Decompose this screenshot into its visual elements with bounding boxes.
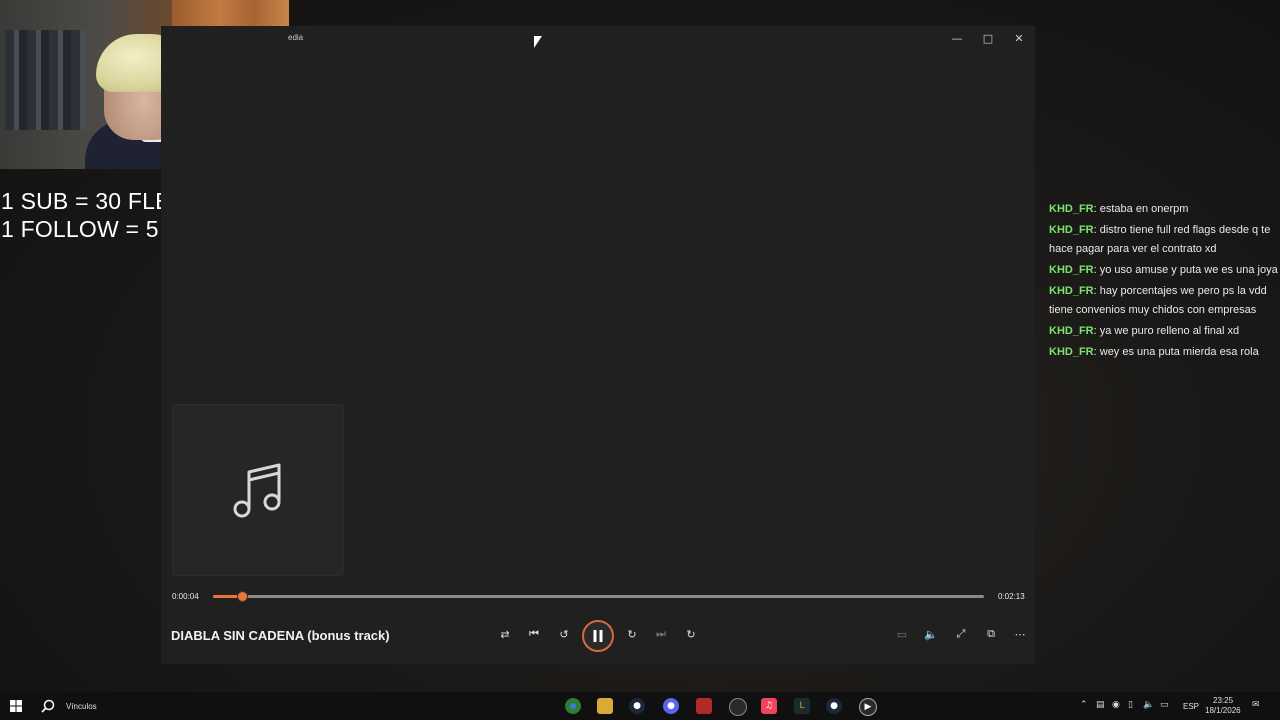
start-icon[interactable] xyxy=(8,698,24,714)
chat-app-icon[interactable]: ● xyxy=(663,698,679,714)
previous-icon[interactable]: ⏮ xyxy=(524,624,544,644)
notifications-icon[interactable]: ✉ xyxy=(1252,700,1260,710)
repeat-off-icon[interactable]: ↻ xyxy=(681,624,701,644)
minimize-button[interactable]: — xyxy=(942,28,972,48)
maximize-button[interactable]: □ xyxy=(973,28,1003,48)
taskbar-search-label[interactable]: Vínculos xyxy=(66,702,97,711)
chat-message: KHD_FR: distro tiene full red flags desd… xyxy=(1049,224,1271,255)
tray-icon[interactable]: ▯ xyxy=(1128,700,1133,710)
chat-panel: KHD_FR: estaba en onerpm KHD_FR: distro … xyxy=(1049,200,1279,364)
chrome-icon[interactable] xyxy=(565,698,581,714)
rewind-10-icon[interactable]: ↺ xyxy=(554,624,574,644)
tray-icon[interactable]: ▤ xyxy=(1096,700,1105,710)
more-icon[interactable]: ⋯ xyxy=(1010,624,1030,644)
window-title: edia xyxy=(288,33,304,42)
network-icon[interactable]: ▭ xyxy=(1160,700,1169,710)
shuffle-icon[interactable]: ⇄ xyxy=(495,624,515,644)
forward-30-icon[interactable]: ↻ xyxy=(622,624,642,644)
close-button[interactable]: ✕ xyxy=(1004,28,1034,48)
clock-date[interactable]: 18/1/2026 xyxy=(1205,706,1241,715)
volume-icon[interactable]: 🔈 xyxy=(921,624,941,644)
pause-button[interactable] xyxy=(582,620,614,652)
league-icon[interactable]: L xyxy=(794,698,810,714)
seek-bar-thumb[interactable] xyxy=(237,591,249,602)
tray-icon[interactable]: ◉ xyxy=(1112,700,1120,710)
mouse-cursor xyxy=(534,36,542,48)
total-duration: 0:02:13 xyxy=(998,592,1025,601)
chat-message: KHD_FR: estaba en onerpm xyxy=(1049,203,1189,215)
next-icon[interactable]: ⏭ xyxy=(651,624,671,644)
volume-tray-icon[interactable]: 🔈 xyxy=(1143,700,1154,710)
album-art xyxy=(172,404,344,576)
tray-chevron-icon[interactable]: ⌃ xyxy=(1080,700,1088,710)
files-icon[interactable] xyxy=(597,698,613,714)
obs-icon[interactable] xyxy=(729,698,747,716)
miniplayer-icon[interactable]: ▭ xyxy=(892,624,912,644)
chat-message: KHD_FR: hay porcentajes we pero ps la vd… xyxy=(1049,285,1267,316)
steam-icon[interactable]: ● xyxy=(629,698,645,714)
language-indicator[interactable]: ESP xyxy=(1183,702,1199,711)
pause-icon xyxy=(593,630,603,642)
cast-icon[interactable]: ⧉ xyxy=(981,624,1001,644)
fullscreen-icon[interactable]: ⤢ xyxy=(951,624,971,644)
song-title: DIABLA SIN CADENA (bonus track) xyxy=(171,628,390,643)
chat-message: KHD_FR: ya we puro relleno al final xd xyxy=(1049,325,1240,337)
media-player-icon[interactable]: ▶ xyxy=(859,698,877,716)
seek-bar[interactable] xyxy=(213,591,984,602)
steam-icon[interactable]: ● xyxy=(826,698,842,714)
elapsed-time: 0:00:04 xyxy=(172,592,199,601)
clock-time[interactable]: 23:25 xyxy=(1213,696,1233,705)
media-player-window: edia — □ ✕ 0:00:04 0:02:13 DIABLA SIN CA… xyxy=(161,26,1035,664)
music-note-icon xyxy=(233,463,281,518)
chat-message: KHD_FR: wey es una puta mierda esa rola xyxy=(1049,346,1259,358)
search-icon[interactable] xyxy=(40,698,56,714)
app-icon[interactable] xyxy=(696,698,712,714)
music-icon[interactable]: ♫ xyxy=(761,698,777,714)
chat-message: KHD_FR: yo uso amuse y puta we es una jo… xyxy=(1049,264,1278,276)
taskbar: Vínculos ● ● ♫ L ● ▶ ⌃ ▤ ◉ ▯ 🔈 ▭ ESP 23:… xyxy=(0,692,1280,720)
